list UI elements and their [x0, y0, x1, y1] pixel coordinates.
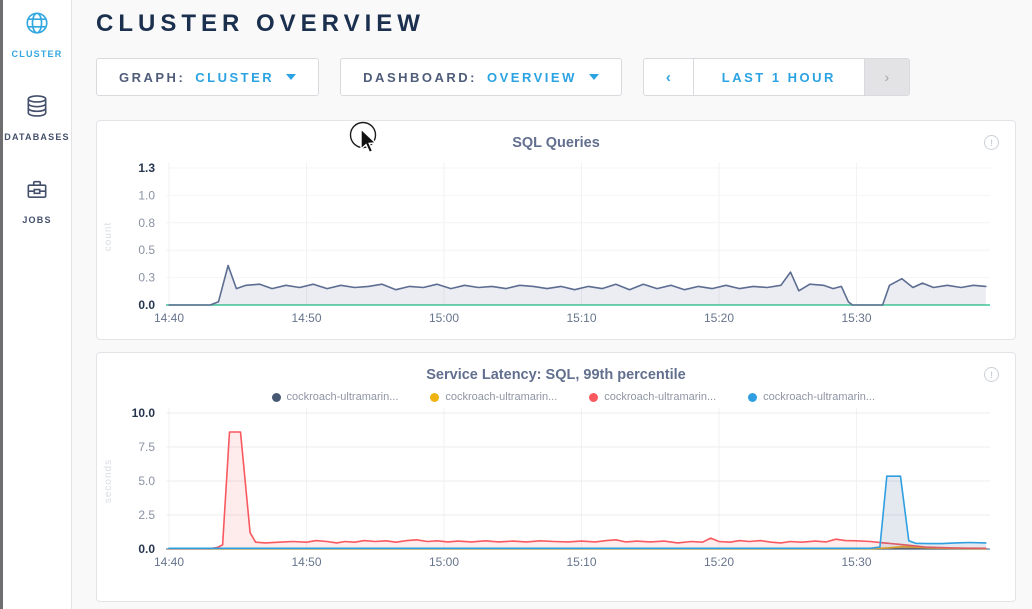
- sidebar-item-label: CLUSTER: [12, 49, 63, 59]
- legend-dot: [272, 393, 281, 402]
- svg-text:7.5: 7.5: [138, 440, 155, 454]
- briefcase-icon: [24, 176, 50, 207]
- graph-dropdown-label: GRAPH:: [119, 70, 185, 85]
- svg-text:15:10: 15:10: [566, 555, 596, 569]
- svg-text:0.3: 0.3: [138, 271, 155, 285]
- info-icon[interactable]: !: [984, 135, 999, 150]
- chevron-down-icon: [286, 74, 296, 80]
- time-range-selector: ‹ LAST 1 HOUR ›: [643, 58, 910, 96]
- chart-title: SQL Queries: [97, 135, 1015, 151]
- chart-title: Service Latency: SQL, 99th percentile: [97, 367, 1015, 383]
- svg-text:5.0: 5.0: [138, 474, 155, 488]
- app-root: CLUSTER DATABASES: [0, 0, 1032, 609]
- sidebar: CLUSTER DATABASES: [3, 0, 72, 609]
- legend-dot: [589, 393, 598, 402]
- legend-dot: [430, 393, 439, 402]
- page-title: CLUSTER OVERVIEW: [96, 10, 1016, 38]
- service-latency-chart[interactable]: 0.0 2.5 5.0 7.5 10.0 14:40 14:50 15:00 15:10 15:2…: [97, 403, 1015, 575]
- chart-legend: cockroach-ultramarin... cockroach-ultram…: [272, 391, 876, 403]
- dashboard-dropdown-value: OVERVIEW: [487, 70, 577, 85]
- chevron-right-icon: ›: [885, 69, 890, 85]
- legend-item[interactable]: cockroach-ultramarin...: [272, 391, 399, 403]
- svg-text:15:30: 15:30: [841, 555, 871, 569]
- globe-icon: [24, 10, 50, 41]
- sidebar-item-databases[interactable]: DATABASES: [4, 93, 69, 142]
- graph-dropdown[interactable]: GRAPH: CLUSTER: [96, 58, 319, 96]
- main-content: CLUSTER OVERVIEW GRAPH: CLUSTER DASHBOAR…: [72, 0, 1032, 609]
- legend-item[interactable]: cockroach-ultramarin...: [748, 391, 875, 403]
- svg-text:seconds: seconds: [103, 459, 114, 503]
- svg-text:0.0: 0.0: [138, 298, 155, 312]
- svg-text:1.0: 1.0: [138, 188, 155, 202]
- time-range-value[interactable]: LAST 1 HOUR: [694, 59, 864, 95]
- database-icon: [24, 93, 50, 124]
- svg-text:0.8: 0.8: [138, 216, 155, 230]
- sidebar-item-jobs[interactable]: JOBS: [22, 176, 51, 225]
- svg-text:0.0: 0.0: [138, 542, 155, 556]
- sidebar-item-label: JOBS: [22, 215, 51, 225]
- svg-text:14:40: 14:40: [154, 555, 184, 569]
- legend-item[interactable]: cockroach-ultramarin...: [430, 391, 557, 403]
- svg-text:15:30: 15:30: [841, 311, 871, 325]
- chart-card-sql-queries: SQL Queries ! 0.0 0.3 0.5 0.8 1.0 1.3 14:40 14:…: [96, 120, 1016, 340]
- svg-text:15:10: 15:10: [566, 311, 596, 325]
- svg-text:15:20: 15:20: [704, 555, 734, 569]
- svg-text:count: count: [103, 222, 114, 251]
- legend-dot: [748, 393, 757, 402]
- sidebar-item-label: DATABASES: [4, 132, 69, 142]
- svg-text:2.5: 2.5: [138, 508, 155, 522]
- svg-text:1.3: 1.3: [138, 161, 155, 175]
- time-range-prev-button[interactable]: ‹: [644, 59, 694, 95]
- controls-row: GRAPH: CLUSTER DASHBOARD: OVERVIEW ‹ LAS…: [96, 58, 1016, 96]
- svg-text:15:00: 15:00: [429, 555, 459, 569]
- chart-card-service-latency: Service Latency: SQL, 99th percentile ! …: [96, 352, 1016, 602]
- svg-text:14:50: 14:50: [291, 311, 321, 325]
- info-icon[interactable]: !: [984, 367, 999, 382]
- svg-text:14:40: 14:40: [154, 311, 184, 325]
- graph-dropdown-value: CLUSTER: [195, 70, 274, 85]
- svg-text:15:20: 15:20: [704, 311, 734, 325]
- legend-item[interactable]: cockroach-ultramarin...: [589, 391, 716, 403]
- dashboard-dropdown-label: DASHBOARD:: [363, 70, 477, 85]
- svg-text:0.5: 0.5: [138, 243, 155, 257]
- svg-text:15:00: 15:00: [429, 311, 459, 325]
- svg-text:14:50: 14:50: [291, 555, 321, 569]
- chevron-left-icon: ‹: [666, 69, 671, 86]
- svg-text:10.0: 10.0: [132, 406, 156, 420]
- sidebar-item-cluster[interactable]: CLUSTER: [12, 10, 63, 59]
- dashboard-dropdown[interactable]: DASHBOARD: OVERVIEW: [340, 58, 622, 96]
- sql-queries-chart[interactable]: 0.0 0.3 0.5 0.8 1.0 1.3 14:40 14:50 15:00 15:10 15…: [97, 151, 1015, 339]
- chevron-down-icon: [589, 74, 599, 80]
- time-range-next-button-disabled: ›: [864, 59, 909, 95]
